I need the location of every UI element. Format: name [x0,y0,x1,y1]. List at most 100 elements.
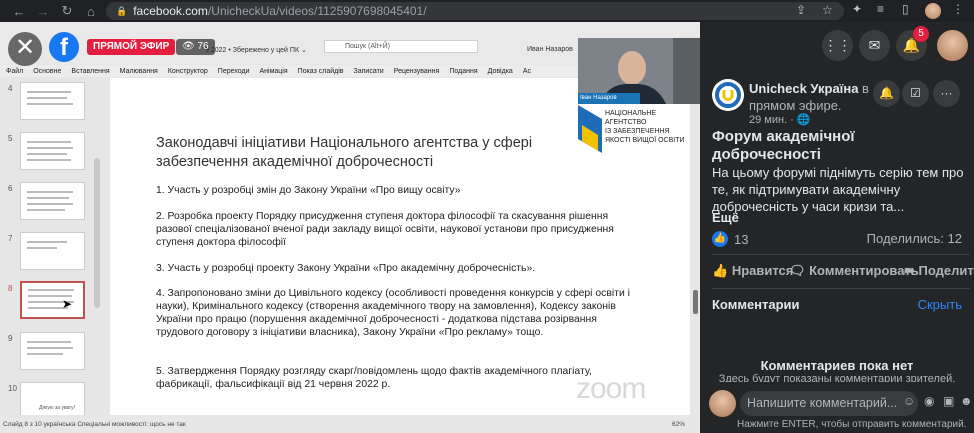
see-more-link[interactable]: Ещё [712,210,739,225]
post-time: 29 мин. · 🌐 [749,114,811,126]
slide-item: 4. Запропоновано зміни до Цивільного код… [156,288,630,338]
thumb-number: 6 [8,184,13,193]
slide-item: 3. Участь у розробці проекту Закону Укра… [156,263,536,274]
slide-thumbnail[interactable] [20,332,85,370]
comment-button[interactable]: 🗨 Комментировать [789,263,919,279]
thumb-number: 5 [8,134,13,143]
slide-thumbnail[interactable] [20,132,85,170]
slide-thumbnail[interactable] [20,182,85,220]
thumbnails-scrollbar[interactable] [94,158,100,308]
unicheck-logo[interactable] [712,79,744,111]
notification-badge: 5 [913,26,929,42]
ribbon-tab: Конструктор [167,67,208,75]
media-icon[interactable]: ≡ [877,2,884,16]
video-title: Форум академічної доброчесності [712,128,855,163]
ribbon-tab: Файл [6,67,24,75]
speaker-camera: Іван Назаров [578,38,700,104]
comments-header: Комментарии [712,297,800,312]
like-button[interactable]: 👍 Нравится [712,263,793,279]
emoji-icon[interactable]: ☺ [903,394,915,408]
page-name[interactable]: Unicheck Україна [749,81,858,96]
share-icon[interactable]: ⇪ [796,3,806,17]
video-player[interactable]: 9.2022 • Збережено у цей ПК ⌄ Пошук (Alt… [0,22,700,433]
thumbs-up-icon: 👍 [712,263,732,278]
shares-count[interactable]: Поделились: 12 [867,231,962,246]
save-icon[interactable]: ☑ [902,80,929,107]
agency-line: НАЦІОНАЛЬНЕ [605,110,657,117]
hide-comments-link[interactable]: Скрыть [918,297,962,312]
like-reaction-icon: 👍 [712,231,728,247]
divider [712,288,970,289]
home-icon[interactable]: ⌂ [80,4,102,19]
agency-logo-mark [578,105,602,153]
profile-avatar[interactable] [937,30,968,61]
bell-follow-icon[interactable]: 🔔 [873,80,900,107]
like-button-label: Нравится [731,263,794,278]
sticker-icon[interactable]: ☻ [960,394,973,408]
agency-line: ІЗ ЗАБЕЗПЕЧЕННЯ [605,128,670,135]
ribbon-tab: Малювання [119,67,158,75]
ribbon-tab: Анімація [259,67,288,75]
lock-icon[interactable]: 🔒 [116,6,127,17]
share-button[interactable]: ➦ Поделиться [904,263,974,279]
extensions-icon[interactable]: ✦ [852,2,862,16]
empty-comments-subtitle: Здесь будут показаны комментарии зрителе… [718,373,956,382]
url-host: facebook.com [133,4,208,18]
address-bar[interactable]: 🔒 facebook.com/UnicheckUa/videos/1125907… [106,2,844,20]
close-icon[interactable]: ✕ [8,32,42,66]
ribbon-tab: Довідка [487,67,513,75]
video-description: На цьому форумі піднімуть серію тем про … [712,165,964,214]
comment-input[interactable]: Напишите комментарий... [740,391,918,416]
agency-line: АГЕНТСТВО [605,119,647,126]
forward-icon[interactable]: → [32,4,54,19]
comment-icon: 🗨 [789,263,810,278]
slide-scrollbar[interactable] [693,290,698,314]
reload-icon[interactable]: ↻ [56,3,78,19]
messenger-icon[interactable]: ✉ [859,30,890,61]
like-count: 13 [734,231,749,247]
thumb-number: 4 [8,84,13,93]
ribbon-tab: Основне [33,67,62,75]
unicheck-logo-mark [715,82,741,108]
bookmark-star-icon[interactable]: ☆ [822,3,833,17]
enter-hint: Нажмите ENTER, чтобы отправить комментар… [737,419,967,430]
page-name-line: Unicheck Україна в прямом эфире. [749,80,874,114]
browser-profile-avatar[interactable] [925,3,941,19]
ppt-search-placeholder: Пошук (Alt+Й) [345,43,390,50]
ppt-search: Пошук (Alt+Й) [324,40,478,53]
ppt-user: Иван Назаров [527,46,573,53]
ribbon-tab: Рецензування [393,67,440,75]
zoom-level: 62% [672,420,686,428]
camera-icon[interactable]: ◉ [924,394,934,408]
thumb-number: 8 [8,284,13,293]
thumb-caption: Дякую за увагу! [39,405,76,411]
apps-menu-icon[interactable]: ⋮⋮ [822,30,853,61]
ribbon-tab: Ас [522,67,531,75]
slide-thumbnail-selected[interactable]: ➤ [20,281,85,319]
status-text: Слайд 8 з 10 українська Спеціальні можли… [3,420,186,428]
viewer-count: 👁 76 [176,39,215,55]
gif-icon[interactable]: ▣ [943,394,954,408]
slide-title: Законодавчі ініціативи Національного аге… [156,135,533,170]
facebook-logo[interactable]: f [49,32,79,62]
comment-button-label: Комментировать [809,263,919,278]
reactions-summary[interactable]: 👍 13 [712,231,748,247]
slide-item: 5. Затвердження Порядку розгляду скарг/п… [156,366,592,390]
more-options-icon[interactable]: ··· [933,80,960,107]
thumb-number: 7 [8,234,13,243]
camera-name-label: Іван Назаров [578,93,640,104]
sidebar-icon[interactable]: ▯ [902,2,909,16]
slide-item: 2. Розробка проекту Порядку присудження … [156,211,614,248]
thumb-number: 9 [8,334,13,343]
slide-thumbnail[interactable] [20,82,85,120]
slide-thumbnail[interactable] [20,232,85,270]
agency-line: ЯКОСТІ ВИЩОЇ ОСВІТИ [605,137,685,144]
slide-item: 1. Участь у розробці змін до Закону Укра… [156,185,461,196]
live-badge: ПРЯМОЙ ЭФИР [87,39,176,55]
menu-kebab-icon[interactable]: ⋮ [952,2,964,16]
slide-thumbnails: 4 5 6 7 8 ➤ 9 10 Дякую за увагу! [0,78,102,420]
ribbon-tab: Вставлення [71,67,110,75]
browser-toolbar: ← → ↻ ⌂ 🔒 facebook.com/UnicheckUa/videos… [0,0,974,22]
back-icon[interactable]: ← [8,4,30,19]
ribbon-tab: Показ слайдів [297,67,344,75]
